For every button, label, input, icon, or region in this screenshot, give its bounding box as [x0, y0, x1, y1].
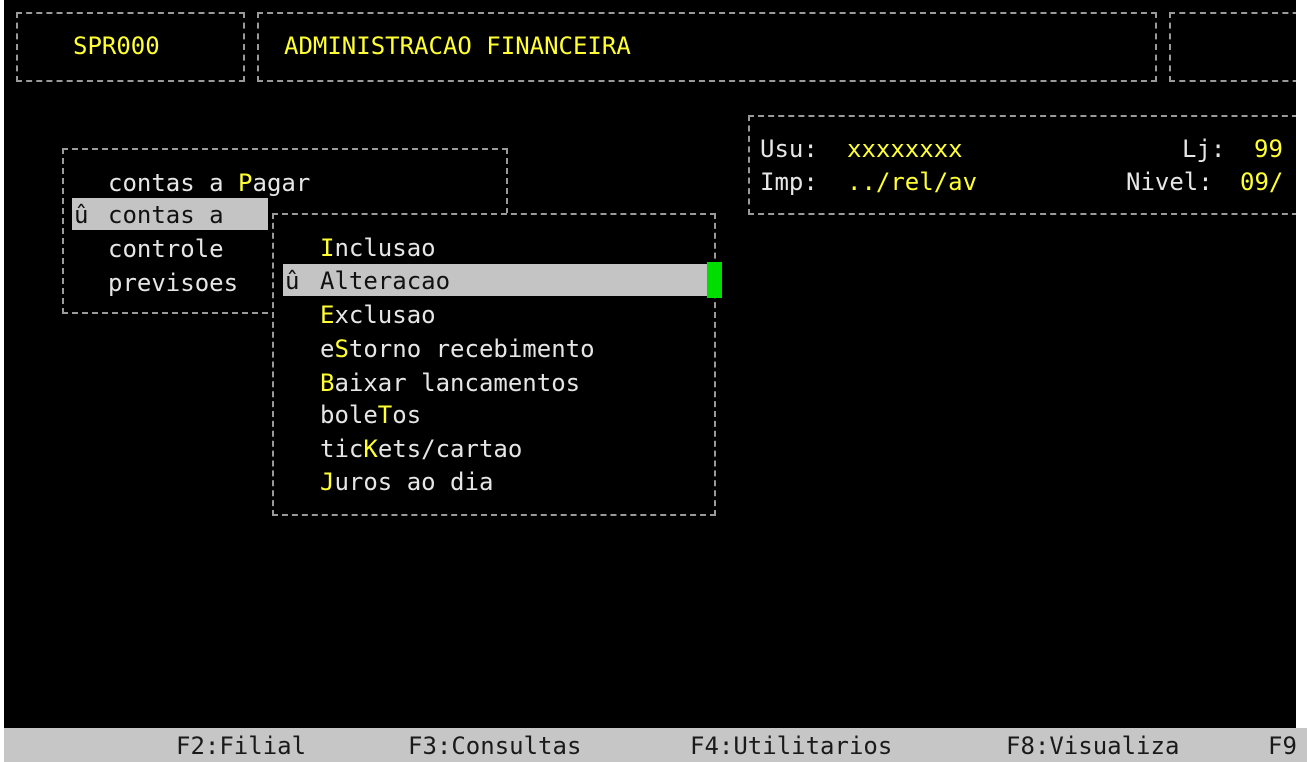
main-menu-item-contas-a-pagar[interactable]: contas a Pagar: [108, 166, 310, 200]
printer-label: Imp:: [760, 168, 818, 196]
level-label: Nivel:: [1126, 168, 1213, 196]
main-menu-selected-marker: û: [74, 201, 89, 229]
main-menu-item-controle[interactable]: controle: [108, 232, 224, 266]
f3-consultas-key[interactable]: F3:Consultas: [408, 728, 581, 762]
user-value: xxxxxxxx: [847, 135, 963, 163]
submenu-item-juros-ao-dia[interactable]: Juros ao dia: [320, 465, 493, 499]
main-menu-item-contas-a-receber[interactable]: contas a: [108, 198, 238, 232]
store-value: 99: [1254, 135, 1283, 163]
submenu-item-boletos[interactable]: boleTos: [320, 398, 421, 432]
submenu-item-alteracao[interactable]: Alteracao: [320, 264, 450, 298]
submenu-item-inclusao[interactable]: Inclusao: [320, 231, 436, 265]
printer-value: ../rel/av: [847, 168, 978, 196]
level-value: 09/: [1240, 168, 1284, 196]
cursor-block: [707, 262, 722, 298]
program-code: SPR000: [73, 32, 160, 60]
terminal-screen: SPR000 ADMINISTRACAO FINANCEIRA Usu: xxx…: [4, 0, 1296, 728]
user-label: Usu:: [760, 135, 818, 163]
submenu-item-estorno-recebimento[interactable]: eStorno recebimento: [320, 332, 595, 366]
right-header-box: [1169, 12, 1296, 82]
app-title: ADMINISTRACAO FINANCEIRA: [284, 32, 631, 60]
submenu-item-tickets-cartao[interactable]: ticKets/cartao: [320, 432, 522, 466]
f2-filial-key[interactable]: F2:Filial: [176, 728, 306, 762]
submenu-item-baixar-lancamentos[interactable]: Baixar lancamentos: [320, 366, 580, 400]
f9-key[interactable]: F9: [1268, 728, 1297, 762]
store-label: Lj:: [1182, 135, 1226, 163]
main-menu-item-previsoes[interactable]: previsoes: [108, 266, 238, 300]
f4-utilitarios-key[interactable]: F4:Utilitarios: [690, 728, 892, 762]
submenu-item-exclusao[interactable]: Exclusao: [320, 298, 436, 332]
function-key-bar: F2:Filial F3:Consultas F4:Utilitarios F8…: [4, 728, 1307, 762]
f8-visualiza-key[interactable]: F8:Visualiza: [1006, 728, 1179, 762]
submenu-selected-marker: û: [285, 267, 300, 295]
